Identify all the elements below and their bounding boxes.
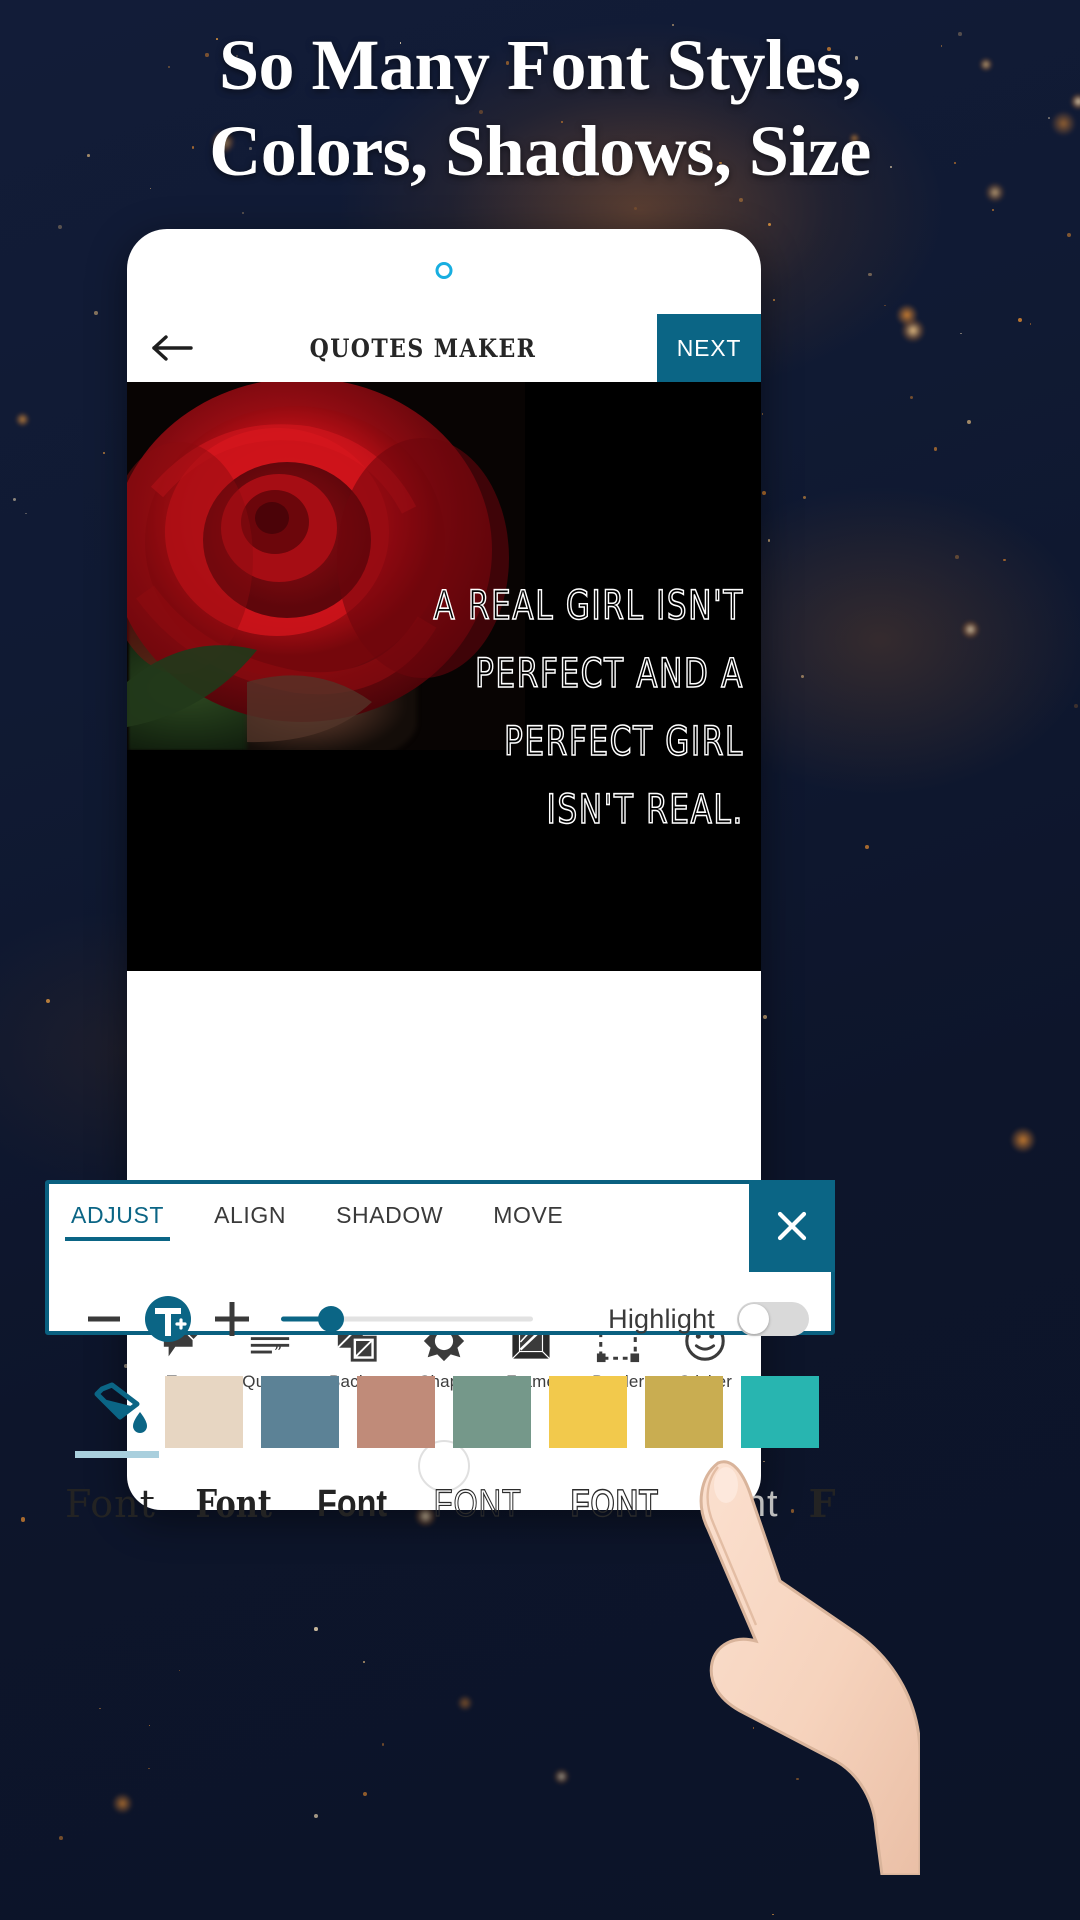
tab-shadow[interactable]: SHADOW — [334, 1202, 445, 1255]
highlight-control: Highlight — [608, 1302, 809, 1336]
close-icon — [777, 1211, 807, 1241]
editor-canvas[interactable]: A REAL GIRL ISN'T PERFECT AND A PERFECT … — [127, 382, 761, 971]
swatch-3[interactable] — [453, 1376, 531, 1448]
camera-dot-icon — [435, 262, 453, 279]
swatch-1[interactable] — [261, 1376, 339, 1448]
back-arrow-icon[interactable] — [127, 333, 219, 363]
quote-text[interactable]: A REAL GIRL ISN'T PERFECT AND A PERFECT … — [426, 572, 744, 844]
text-edit-panel: ADJUST ALIGN SHADOW MOVE Highlight Font … — [45, 1180, 835, 1526]
paint-bucket-button[interactable] — [69, 1366, 165, 1458]
app-toolbar: QUOTES MAKER NEXT — [127, 314, 761, 382]
close-panel-button[interactable] — [749, 1180, 835, 1272]
text-size-icon[interactable] — [139, 1290, 197, 1348]
slider-thumb[interactable] — [318, 1306, 345, 1332]
size-controls-row: Highlight — [49, 1272, 835, 1366]
highlight-label: Highlight — [608, 1303, 715, 1334]
toggle-knob — [739, 1304, 769, 1334]
swatch-4[interactable] — [549, 1376, 627, 1448]
decrease-size-button[interactable] — [75, 1290, 133, 1348]
headline-line-2: Colors, Shadows, Size — [209, 111, 871, 191]
promo-headline: So Many Font Styles, Colors, Shadows, Si… — [0, 22, 1080, 194]
font-option-6[interactable]: F — [809, 1481, 835, 1527]
size-slider[interactable] — [281, 1299, 533, 1339]
canvas-bottom-strip — [127, 971, 761, 985]
color-swatch-row — [49, 1366, 835, 1458]
font-option-3[interactable]: FONT — [424, 1482, 531, 1526]
promo-screenshot: So Many Font Styles, Colors, Shadows, Si… — [0, 0, 1080, 1920]
panel-tabs: ADJUST ALIGN SHADOW MOVE — [49, 1184, 749, 1272]
next-button[interactable]: NEXT — [657, 314, 761, 382]
paint-bucket-icon — [94, 1382, 147, 1433]
increase-size-button[interactable] — [203, 1290, 261, 1348]
font-option-5[interactable]: Font — [699, 1483, 779, 1526]
swatch-6[interactable] — [741, 1376, 819, 1448]
selected-indicator — [75, 1451, 159, 1458]
plus-icon — [215, 1302, 249, 1336]
tab-move[interactable]: MOVE — [491, 1202, 565, 1255]
font-option-4[interactable]: FONT — [561, 1482, 668, 1526]
tab-adjust[interactable]: ADJUST — [64, 1202, 171, 1255]
swatch-0[interactable] — [165, 1376, 243, 1448]
font-option-1[interactable]: Font — [186, 1481, 281, 1527]
minus-icon — [88, 1316, 120, 1322]
font-option-2[interactable]: Font — [311, 1483, 393, 1526]
tab-align[interactable]: ALIGN — [212, 1202, 288, 1255]
highlight-toggle[interactable] — [737, 1302, 809, 1336]
app-title: QUOTES MAKER — [309, 333, 537, 363]
headline-line-1: So Many Font Styles, — [218, 25, 862, 105]
swatch-2[interactable] — [357, 1376, 435, 1448]
font-option-0[interactable]: Font — [65, 1482, 156, 1527]
font-preview-row: Font Font Font FONT FONT Font F — [49, 1458, 835, 1550]
swatch-5[interactable] — [645, 1376, 723, 1448]
